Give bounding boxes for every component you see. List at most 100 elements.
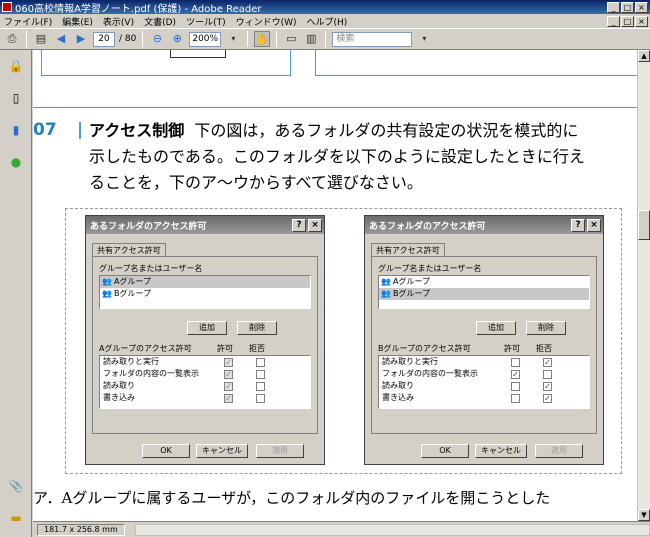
table-row: 書き込み ✓ <box>100 392 310 404</box>
answer-option-a: ア．Aグループに属するユーザが，このフォルダ内のファイルを開こうとした <box>33 489 551 507</box>
diagram-box-top-left <box>41 50 291 76</box>
next-page-icon[interactable]: ▶ <box>73 31 89 47</box>
toolbar-separator <box>26 31 27 47</box>
question-number: 07 <box>33 120 57 140</box>
window-titlebar[interactable]: 060高校情報A学習ノート.pdf (保護) - Adobe Reader _ … <box>0 0 650 15</box>
tab-share-permissions: 共有アクセス許可 <box>92 243 166 257</box>
permissions-list: 読み取りと実行 ✓ フォルダの内容の一覧表示 ✓ 読み取り ✓ 書き込み ✓ <box>99 355 311 409</box>
table-row: 読み取り ✓ <box>100 380 310 392</box>
scroll-thumb[interactable] <box>638 210 650 240</box>
comments-icon[interactable]: ▬ <box>8 510 24 526</box>
previous-page-icon[interactable]: ◀ <box>53 31 69 47</box>
table-row: フォルダの内容の一覧表示 ✓ <box>379 368 589 380</box>
zoom-out-icon[interactable]: ⊖ <box>149 31 165 47</box>
menubar: ファイル(F) 編集(E) 表示(V) 文書(D) ツール(T) ウィンドウ(W… <box>0 14 650 28</box>
menu-document[interactable]: 文書(D) <box>144 15 176 28</box>
tab-panel: グループ名またはユーザー名 👥 Aグループ 👥 Bグループ 追加 削除 Aグループの… <box>92 256 318 434</box>
menu-file[interactable]: ファイル(F) <box>4 15 52 28</box>
diagram-box-top-right <box>315 50 637 76</box>
menu-edit[interactable]: 編集(E) <box>62 15 93 28</box>
deny-checkbox: ✓ <box>543 394 552 403</box>
close-button[interactable]: × <box>635 1 648 13</box>
apply-button: 適用 <box>256 444 304 458</box>
deny-checkbox <box>256 370 265 379</box>
group-list-label: グループ名またはユーザー名 <box>378 264 482 273</box>
page-number-input[interactable]: 20 <box>93 31 115 47</box>
allow-column-header: 許可 <box>504 344 520 353</box>
fit-page-icon[interactable]: ▭ <box>283 31 299 47</box>
allow-checkbox: ✓ <box>511 370 520 379</box>
lock-icon[interactable]: 🔒 <box>8 58 24 74</box>
permissions-list: 読み取りと実行 ✓ フォルダの内容の一覧表示 ✓ 読み取り ✓ 書き込み ✓ <box>378 355 590 409</box>
fit-width-icon[interactable]: ▥ <box>303 31 319 47</box>
deny-checkbox <box>256 358 265 367</box>
allow-checkbox <box>511 394 520 403</box>
close-button: × <box>587 218 601 232</box>
allow-column-header: 許可 <box>217 344 233 353</box>
zoom-in-icon[interactable]: ⊕ <box>169 31 185 47</box>
users-icon: 👥 <box>381 289 391 298</box>
attachments-icon[interactable]: 📎 <box>8 478 24 494</box>
document-view[interactable]: 07 アクセス制御 下の図は，あるフォルダの共有設定の状況を模式的に 示したもの… <box>33 50 637 521</box>
allow-checkbox <box>511 382 520 391</box>
question-text: アクセス制御 下の図は，あるフォルダの共有設定の状況を模式的に 示したものである… <box>89 118 637 196</box>
doc-close-button[interactable]: × <box>635 15 648 27</box>
deny-checkbox <box>256 394 265 403</box>
pages-icon[interactable]: ▯ <box>8 90 24 106</box>
search-options-chevron-icon[interactable]: ▾ <box>416 31 432 47</box>
zoom-input[interactable]: 200% <box>189 31 222 47</box>
page-dimensions: 181.7 x 256.8 mm <box>37 523 125 536</box>
save-copy-icon[interactable]: ▤ <box>33 31 49 47</box>
permissions-label: Aグループのアクセス許可 <box>99 344 192 353</box>
question-line-2: 示したものである。このフォルダを以下のように設定したときに行え <box>89 147 585 166</box>
allow-checkbox <box>511 358 520 367</box>
menu-window[interactable]: ウィンドウ(W) <box>236 15 297 28</box>
dialog-title: あるフォルダのアクセス許可 <box>90 221 207 232</box>
dialog-titlebar: あるフォルダのアクセス許可 ? × <box>86 216 324 234</box>
table-row: フォルダの内容の一覧表示 ✓ <box>100 368 310 380</box>
group-list: 👥 Aグループ 👥 Bグループ <box>378 275 590 309</box>
question-bar <box>79 122 81 139</box>
vertical-scrollbar[interactable]: ▲ ▼ <box>637 50 650 521</box>
doc-minimize-button[interactable]: _ <box>607 15 620 27</box>
list-item: 👥 Aグループ <box>379 276 589 288</box>
chevron-down-icon[interactable]: ▾ <box>225 31 241 47</box>
bookmarks-icon[interactable]: ▮ <box>8 122 24 138</box>
hand-tool-icon[interactable]: ✋ <box>254 31 271 47</box>
scroll-up-icon[interactable]: ▲ <box>638 50 650 62</box>
maximize-button[interactable]: □ <box>621 1 634 13</box>
help-icon[interactable]: ● <box>8 154 24 170</box>
permission-name: 読み取りと実行 <box>103 357 159 366</box>
doc-restore-button[interactable]: □ <box>621 15 634 27</box>
print-icon[interactable]: ⎙ <box>4 31 20 47</box>
deny-checkbox: ✓ <box>543 382 552 391</box>
window-title: 060高校情報A学習ノート.pdf (保護) - Adobe Reader <box>15 3 262 15</box>
menu-tools[interactable]: ツール(T) <box>186 15 226 28</box>
allow-checkbox: ✓ <box>224 370 233 379</box>
group-name: Aグループ <box>114 277 151 286</box>
list-item: 👥 Bグループ <box>379 288 589 300</box>
menu-view[interactable]: 表示(V) <box>103 15 134 28</box>
group-name: Aグループ <box>393 277 430 286</box>
menu-help[interactable]: ヘルプ(H) <box>307 15 348 28</box>
tab-share-permissions: 共有アクセス許可 <box>371 243 445 257</box>
scroll-down-icon[interactable]: ▼ <box>638 509 650 521</box>
deny-column-header: 拒否 <box>536 344 552 353</box>
minimize-button[interactable]: _ <box>607 1 620 13</box>
table-row: 読み取り ✓ <box>379 380 589 392</box>
list-item: 👥 Bグループ <box>100 288 310 300</box>
permission-name: 読み取り <box>382 381 414 390</box>
search-input[interactable]: 検索 <box>332 31 413 47</box>
cancel-button: キャンセル <box>475 444 527 458</box>
deny-checkbox <box>543 370 552 379</box>
tab-panel: グループ名またはユーザー名 👥 Aグループ 👥 Bグループ 追加 削除 Bグループの… <box>371 256 597 434</box>
close-button: × <box>308 218 322 232</box>
diagram-inner-box <box>170 50 226 58</box>
group-list-label: グループ名またはユーザー名 <box>99 264 203 273</box>
apply-button: 適用 <box>535 444 583 458</box>
deny-column-header: 拒否 <box>249 344 265 353</box>
question-title: アクセス制御 <box>89 121 185 140</box>
remove-button: 削除 <box>526 321 566 335</box>
horizontal-scrollbar[interactable] <box>134 523 650 536</box>
cancel-button: キャンセル <box>196 444 248 458</box>
